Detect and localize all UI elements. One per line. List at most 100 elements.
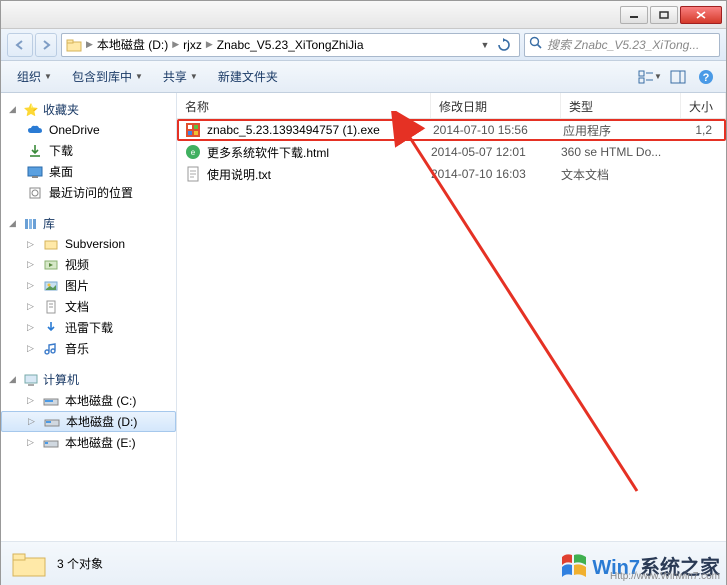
- desktop-icon: [27, 164, 43, 180]
- status-object-count: 3 个对象: [57, 555, 103, 572]
- tree-favorites[interactable]: ◢⭐收藏夹: [1, 99, 176, 120]
- expand-icon: ▷: [27, 259, 37, 270]
- file-type: 文本文档: [561, 166, 681, 183]
- column-header-row: 名称 修改日期 类型 大小: [177, 93, 726, 119]
- collapse-icon: ◢: [9, 374, 19, 385]
- file-row[interactable]: 使用说明.txt 2014-07-10 16:03 文本文档: [177, 163, 726, 185]
- star-icon: ⭐: [23, 102, 39, 118]
- svg-text:?: ?: [703, 72, 710, 84]
- txt-icon: [185, 166, 201, 182]
- computer-icon: [23, 372, 39, 388]
- file-type: 360 se HTML Do...: [561, 145, 681, 159]
- tree-computer[interactable]: ◢计算机: [1, 369, 176, 390]
- file-row[interactable]: znabc_5.23.1393494757 (1).exe 2014-07-10…: [177, 119, 726, 141]
- document-icon: [43, 299, 59, 315]
- expand-icon: ▷: [27, 239, 37, 250]
- chevron-down-icon: ▼: [135, 72, 143, 81]
- minimize-button[interactable]: [620, 6, 648, 24]
- nav-forward-button[interactable]: [35, 33, 57, 57]
- breadcrumb-seg-2[interactable]: rjxz: [183, 38, 202, 52]
- expand-icon: ▷: [27, 301, 37, 312]
- tree-item-videos[interactable]: ▷视频: [1, 254, 176, 275]
- expand-icon: ▷: [27, 437, 37, 448]
- expand-icon: ▷: [27, 280, 37, 291]
- chevron-right-icon: ▶: [168, 39, 183, 50]
- chevron-right-icon: ▶: [82, 39, 97, 50]
- tree-item-drive-d[interactable]: ▷本地磁盘 (D:): [1, 411, 176, 432]
- address-bar-row: ▶ 本地磁盘 (D:) ▶ rjxz ▶ Znabc_V5.23_XiTongZ…: [1, 29, 726, 61]
- tree-libraries[interactable]: ◢库: [1, 213, 176, 234]
- collapse-icon: ◢: [9, 218, 19, 229]
- collapse-icon: ◢: [9, 104, 19, 115]
- tree-item-desktop[interactable]: 桌面: [1, 161, 176, 182]
- maximize-button[interactable]: [650, 6, 678, 24]
- chevron-down-icon: ▼: [190, 72, 198, 81]
- tree-item-onedrive[interactable]: OneDrive: [1, 120, 176, 140]
- html-icon: e: [185, 144, 201, 160]
- close-button[interactable]: [680, 6, 722, 24]
- column-header-name[interactable]: 名称: [177, 93, 431, 118]
- recent-icon: [27, 185, 43, 201]
- window-titlebar: [1, 1, 726, 29]
- tree-item-recent[interactable]: 最近访问的位置: [1, 182, 176, 203]
- file-type: 应用程序: [563, 122, 683, 139]
- include-in-library-menu[interactable]: 包含到库中▼: [64, 64, 151, 89]
- column-header-type[interactable]: 类型: [561, 93, 681, 118]
- file-row[interactable]: e 更多系统软件下载.html 2014-05-07 12:01 360 se H…: [177, 141, 726, 163]
- expand-icon: ▷: [27, 322, 37, 333]
- tree-item-drive-c[interactable]: ▷本地磁盘 (C:): [1, 390, 176, 411]
- drive-icon: [43, 393, 59, 409]
- help-button[interactable]: ?: [694, 65, 718, 89]
- tree-item-music[interactable]: ▷音乐: [1, 338, 176, 359]
- watermark-url: Http://www.Winwin7.com: [610, 571, 720, 582]
- file-name: 更多系统软件下载.html: [207, 144, 329, 161]
- organize-menu[interactable]: 组织▼: [9, 64, 60, 89]
- refresh-button[interactable]: [493, 34, 515, 56]
- column-header-size[interactable]: 大小: [681, 93, 726, 118]
- search-icon: [529, 36, 543, 53]
- navigation-pane[interactable]: ◢⭐收藏夹 OneDrive 下载 桌面 最近访问的位置 ◢库 ▷Subvers…: [1, 93, 177, 541]
- tree-item-subversion[interactable]: ▷Subversion: [1, 234, 176, 254]
- tree-item-xunlei[interactable]: ▷迅雷下载: [1, 317, 176, 338]
- drive-icon: [43, 435, 59, 451]
- exe-icon: [185, 122, 201, 138]
- expand-icon: ▷: [28, 416, 38, 427]
- drive-icon: [44, 414, 60, 430]
- picture-icon: [43, 278, 59, 294]
- main-pane: ◢⭐收藏夹 OneDrive 下载 桌面 最近访问的位置 ◢库 ▷Subvers…: [1, 93, 726, 541]
- chevron-down-icon: ▼: [44, 72, 52, 81]
- nav-back-button[interactable]: [7, 33, 33, 57]
- download-icon: [27, 143, 43, 159]
- search-input[interactable]: 搜索 Znabc_V5.23_XiTong...: [524, 33, 720, 57]
- chevron-right-icon: ▶: [202, 39, 217, 50]
- share-menu[interactable]: 共享▼: [155, 64, 206, 89]
- view-options-button[interactable]: ▼: [638, 65, 662, 89]
- breadcrumb[interactable]: ▶ 本地磁盘 (D:) ▶ rjxz ▶ Znabc_V5.23_XiTongZ…: [61, 33, 520, 57]
- preview-pane-button[interactable]: [666, 65, 690, 89]
- expand-icon: ▷: [27, 343, 37, 354]
- tree-item-downloads[interactable]: 下载: [1, 140, 176, 161]
- tree-item-pictures[interactable]: ▷图片: [1, 275, 176, 296]
- library-icon: [23, 216, 39, 232]
- search-placeholder: 搜索 Znabc_V5.23_XiTong...: [547, 36, 699, 53]
- cloud-icon: [27, 122, 43, 138]
- music-icon: [43, 341, 59, 357]
- column-header-date[interactable]: 修改日期: [431, 93, 561, 118]
- expand-icon: ▷: [27, 395, 37, 406]
- tree-item-documents[interactable]: ▷文档: [1, 296, 176, 317]
- toolbar: 组织▼ 包含到库中▼ 共享▼ 新建文件夹 ▼ ?: [1, 61, 726, 93]
- breadcrumb-seg-1[interactable]: 本地磁盘 (D:): [97, 36, 168, 53]
- folder-icon: [66, 37, 82, 53]
- file-size: 1,2: [683, 123, 724, 137]
- file-list-pane: 名称 修改日期 类型 大小 znabc_5.23.1393494757 (1).…: [177, 93, 726, 541]
- breadcrumb-dropdown-button[interactable]: ▼: [477, 40, 493, 50]
- file-date: 2014-07-10 15:56: [433, 123, 563, 137]
- new-folder-button[interactable]: 新建文件夹: [210, 64, 286, 89]
- file-date: 2014-05-07 12:01: [431, 145, 561, 159]
- watermark: Win7系统之家 Http://www.Winwin7.com: [560, 551, 720, 580]
- folder-icon: [43, 236, 59, 252]
- tree-item-drive-e[interactable]: ▷本地磁盘 (E:): [1, 432, 176, 453]
- download-icon: [43, 320, 59, 336]
- file-name: 使用说明.txt: [207, 166, 271, 183]
- breadcrumb-seg-3[interactable]: Znabc_V5.23_XiTongZhiJia: [217, 38, 364, 52]
